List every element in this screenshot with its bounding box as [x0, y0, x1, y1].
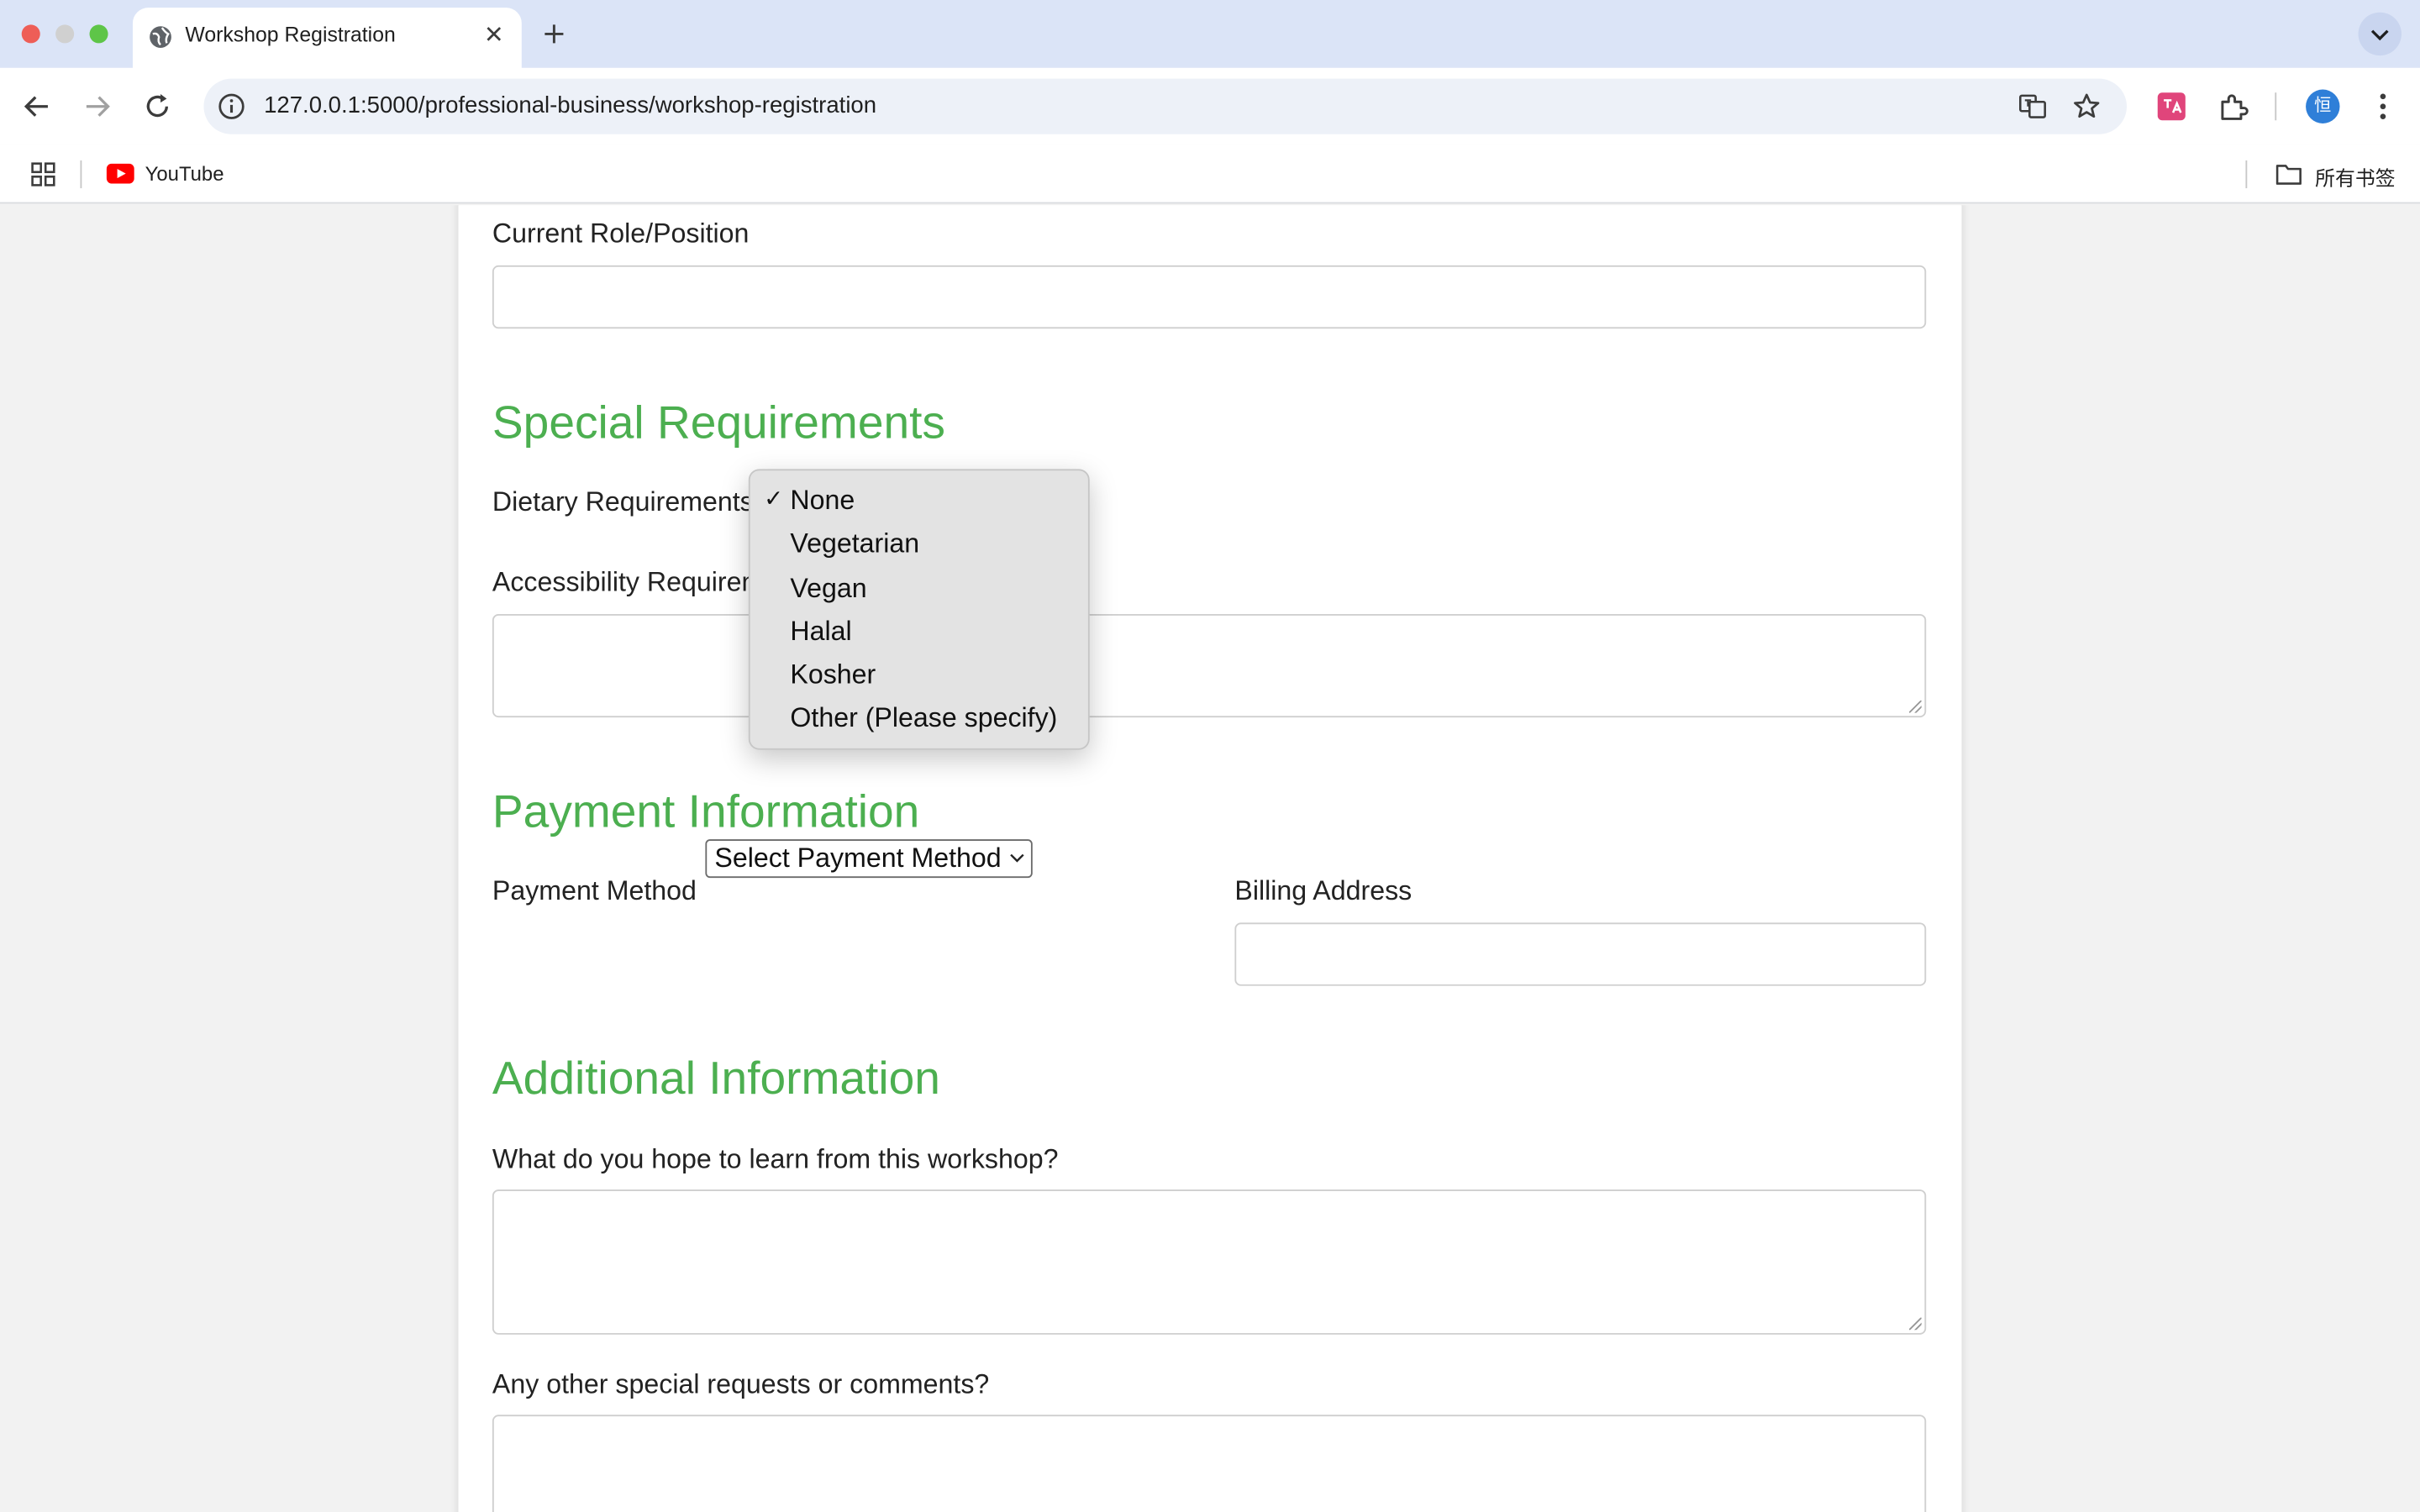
more-menu-icon[interactable]: [2366, 90, 2400, 123]
extensions-puzzle-icon[interactable]: [2217, 90, 2250, 123]
current-role-label: Current Role/Position: [492, 217, 750, 249]
apps-grid-icon[interactable]: [31, 162, 55, 186]
checkmark-icon: ✓: [764, 486, 784, 512]
dietary-option-kosher[interactable]: Kosher: [750, 653, 1088, 696]
forward-arrow-icon[interactable]: [81, 90, 114, 123]
learn-goals-label: What do you hope to learn from this work…: [492, 1143, 1059, 1174]
youtube-icon[interactable]: [106, 163, 134, 184]
billing-address-input[interactable]: [1234, 922, 1927, 986]
reload-icon[interactable]: [140, 90, 174, 123]
dietary-option-halal[interactable]: Halal: [750, 609, 1088, 653]
accessibility-requirements-label: Accessibility Requirements: [492, 566, 752, 597]
translator-extension-icon[interactable]: [2154, 90, 2188, 123]
bookmark-youtube[interactable]: YouTube: [145, 162, 224, 186]
close-tab-icon[interactable]: [481, 22, 506, 46]
dietary-option-none[interactable]: ✓ None: [750, 478, 1088, 522]
tab-title: Workshop Registration: [185, 23, 396, 47]
current-role-input[interactable]: [492, 265, 1927, 329]
billing-address-label: Billing Address: [1234, 874, 1413, 906]
browser-toolbar: 127.0.0.1:5000/professional-business/wor…: [0, 67, 2420, 145]
site-info-icon[interactable]: [216, 91, 247, 122]
back-arrow-icon[interactable]: [20, 90, 54, 123]
toolbar-divider: [2275, 92, 2277, 121]
comments-textarea[interactable]: [492, 1415, 1927, 1512]
bookmarks-divider: [80, 160, 82, 189]
bookmarks-bar: YouTube 所有书签: [0, 144, 2420, 204]
bookmarks-divider-right: [2245, 160, 2248, 189]
additional-information-heading: Additional Information: [492, 1053, 940, 1105]
dietary-option-vegan[interactable]: Vegan: [750, 565, 1088, 609]
tab-search-button[interactable]: [2358, 12, 2402, 56]
all-bookmarks-label[interactable]: 所有书签: [2315, 162, 2396, 192]
folder-icon[interactable]: [2275, 162, 2302, 186]
browser-titlebar: Workshop Registration: [0, 0, 2420, 70]
option-label: Halal: [790, 615, 852, 647]
option-label: Vegetarian: [790, 528, 920, 559]
dietary-option-vegetarian[interactable]: Vegetarian: [750, 522, 1088, 565]
dietary-requirements-label: Dietary Requirements: [492, 486, 754, 517]
maximize-window-button[interactable]: [89, 24, 108, 44]
option-label: None: [790, 484, 855, 516]
bookmark-star-icon[interactable]: [2071, 91, 2102, 122]
learn-goals-textarea[interactable]: [492, 1189, 1927, 1335]
option-label: Vegan: [790, 571, 867, 603]
url-text[interactable]: 127.0.0.1:5000/professional-business/wor…: [264, 92, 876, 118]
comments-label: Any other special requests or comments?: [492, 1368, 990, 1399]
payment-method-label: Payment Method: [492, 874, 697, 906]
address-bar[interactable]: 127.0.0.1:5000/professional-business/wor…: [203, 78, 2128, 134]
page-viewport: Current Role/Position Special Requiremen…: [0, 205, 2420, 1512]
option-label: Other (Please specify): [790, 702, 1058, 734]
payment-method-selected: Select Payment Method: [714, 842, 1002, 874]
minimize-window-button[interactable]: [55, 24, 75, 44]
dietary-option-other[interactable]: Other (Please specify): [750, 696, 1088, 740]
dietary-requirements-dropdown[interactable]: ✓ None Vegetarian Vegan Halal Kosher Oth…: [748, 469, 1090, 750]
browser-tab-active[interactable]: Workshop Registration: [132, 8, 522, 70]
payment-information-heading: Payment Information: [492, 786, 920, 838]
option-label: Kosher: [790, 659, 876, 690]
payment-method-select[interactable]: Select Payment Method: [705, 839, 1033, 879]
chevron-down-icon: [2370, 29, 2389, 41]
chevron-down-icon: [1010, 853, 1024, 863]
globe-icon: [150, 26, 171, 48]
special-requirements-heading: Special Requirements: [492, 397, 945, 449]
close-window-button[interactable]: [21, 24, 40, 44]
registration-form-card: Current Role/Position Special Requiremen…: [458, 205, 1962, 1512]
profile-avatar[interactable]: 恒: [2306, 89, 2340, 123]
translate-icon[interactable]: [2018, 91, 2049, 122]
new-tab-icon[interactable]: [540, 20, 568, 48]
accessibility-textarea[interactable]: [492, 614, 1927, 718]
